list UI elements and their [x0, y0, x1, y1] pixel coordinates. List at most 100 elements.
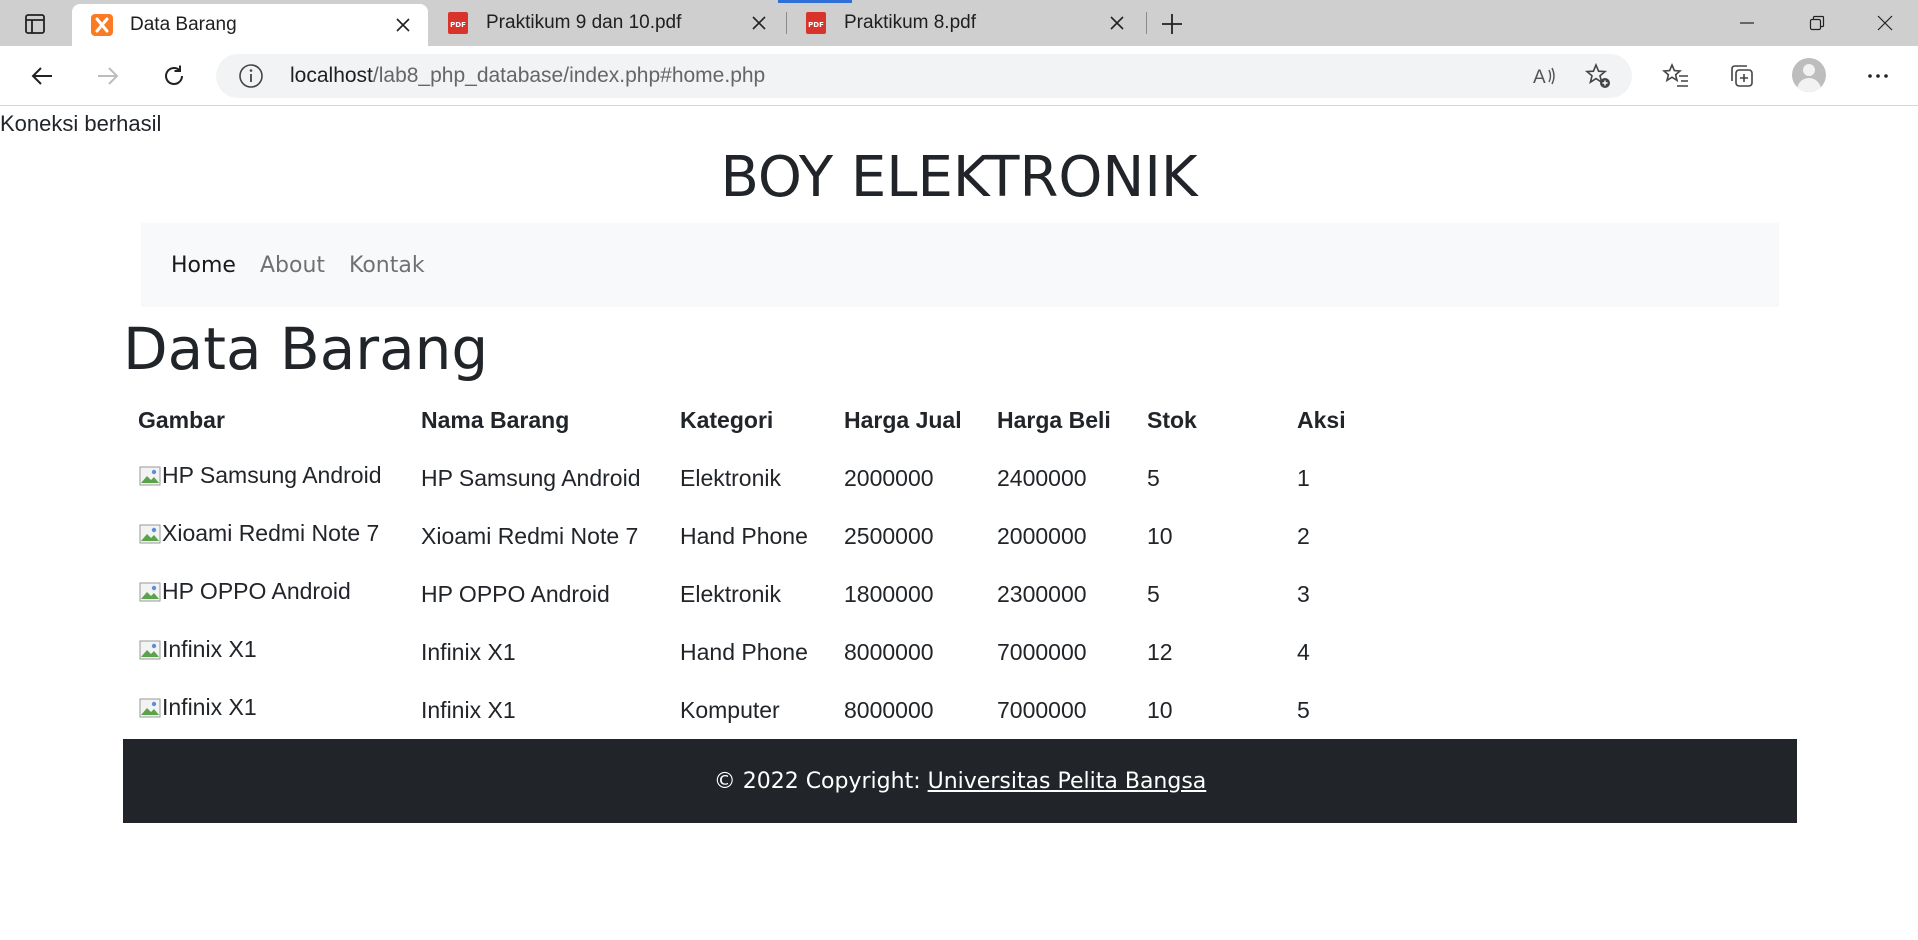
page-title: Data Barang [123, 315, 489, 383]
more-menu-button[interactable] [1858, 56, 1898, 96]
add-favorite-icon[interactable] [1582, 60, 1614, 92]
column-header: Aksi [1297, 406, 1346, 433]
stok-cell: 5 [1147, 464, 1160, 491]
nav-link-kontak[interactable]: Kontak [349, 253, 425, 278]
restore-icon [1809, 15, 1825, 31]
kategori-cell: Elektronik [680, 464, 781, 491]
close-tab-icon[interactable] [742, 6, 776, 40]
forward-arrow-icon [98, 67, 119, 85]
reload-button[interactable] [154, 56, 194, 96]
harga-beli-cell: 2000000 [997, 522, 1087, 549]
url-text[interactable]: localhost/lab8_php_database/index.php#ho… [290, 64, 765, 88]
image-cell: Infinix X1 [123, 623, 406, 681]
favorites-icon [1662, 62, 1688, 87]
aksi-cell: 4 [1297, 638, 1310, 665]
column-header: Harga Beli [997, 406, 1111, 433]
close-tab-icon[interactable] [386, 8, 420, 42]
xampp-icon [90, 13, 114, 37]
product-image: HP OPPO Android [138, 578, 351, 605]
main-nav: Home About Kontak [141, 223, 1779, 307]
tab-title: Praktikum 8.pdf [844, 12, 976, 33]
product-image: HP Samsung Android [138, 462, 382, 489]
url-host: localhost [290, 64, 373, 87]
browser-toolbar: localhost/lab8_php_database/index.php#ho… [0, 46, 1918, 106]
back-button[interactable] [22, 56, 62, 96]
back-arrow-icon [31, 67, 52, 85]
stok-cell: 10 [1147, 522, 1173, 549]
nama-cell: Infinix X1 [421, 638, 516, 665]
table-row: HP OPPO Android HP OPPO Android Elektron… [123, 565, 1402, 623]
pdf-icon: PDF [804, 11, 828, 35]
harga-beli-cell: 7000000 [997, 638, 1087, 665]
column-header: Nama Barang [421, 406, 570, 433]
tab-data-barang[interactable]: Data Barang [72, 4, 428, 46]
stok-cell: 12 [1147, 638, 1173, 665]
column-header: Gambar [138, 406, 225, 433]
broken-image-icon [139, 466, 161, 486]
profile-avatar[interactable] [1792, 58, 1826, 92]
kategori-cell: Hand Phone [680, 522, 808, 549]
product-image: Xioami Redmi Note 7 [138, 520, 379, 547]
page-viewport: Koneksi berhasil BOY ELEKTRONIK Home Abo… [0, 107, 1918, 940]
harga-beli-cell: 2300000 [997, 580, 1087, 607]
nav-link-about[interactable]: About [260, 253, 325, 278]
nama-cell: Infinix X1 [421, 696, 516, 723]
harga-beli-cell: 7000000 [997, 696, 1087, 723]
harga-jual-cell: 8000000 [844, 638, 934, 665]
data-table: Gambar Nama Barang Kategori Harga Jual H… [123, 391, 1402, 739]
favorites-button[interactable] [1656, 56, 1696, 96]
kategori-cell: Elektronik [680, 580, 781, 607]
copyright-text: © 2022 Copyright: [713, 768, 928, 794]
table-row: Infinix X1 Infinix X1 Komputer 8000000 7… [123, 681, 1402, 739]
minimize-button[interactable] [1714, 0, 1780, 46]
footer-link-university[interactable]: Universitas Pelita Bangsa [928, 769, 1207, 794]
broken-image-icon [139, 698, 161, 718]
reload-icon [165, 65, 183, 85]
url-path: /lab8_php_database/index.php#home.php [372, 64, 766, 87]
table-row: HP Samsung Android HP Samsung Android El… [123, 449, 1402, 507]
column-header: Stok [1147, 406, 1197, 433]
collections-button[interactable] [1722, 56, 1762, 96]
close-tab-icon[interactable] [1100, 6, 1134, 40]
tab-separator [1146, 12, 1147, 34]
image-cell: HP OPPO Android [123, 565, 406, 623]
new-tab-button[interactable] [1154, 6, 1190, 42]
restore-button[interactable] [1784, 0, 1850, 46]
harga-jual-cell: 2500000 [844, 522, 934, 549]
harga-jual-cell: 8000000 [844, 696, 934, 723]
table-row: Xioami Redmi Note 7 Xioami Redmi Note 7 … [123, 507, 1402, 565]
harga-beli-cell: 2400000 [997, 464, 1087, 491]
broken-image-icon [139, 582, 161, 602]
kategori-cell: Komputer [680, 696, 780, 723]
tab-title: Data Barang [130, 14, 237, 35]
collections-icon [1731, 65, 1753, 87]
address-bar[interactable]: localhost/lab8_php_database/index.php#ho… [216, 54, 1632, 98]
broken-image-icon [139, 524, 161, 544]
tab-praktikum-9-10[interactable]: PDF Praktikum 9 dan 10.pdf [428, 0, 784, 46]
stok-cell: 5 [1147, 580, 1160, 607]
tab-actions-button[interactable] [14, 9, 56, 39]
column-header: Kategori [680, 406, 774, 433]
svg-text:PDF: PDF [450, 21, 466, 29]
tab-actions-icon [25, 14, 45, 34]
read-aloud-icon[interactable]: A [1528, 60, 1560, 92]
pdf-icon: PDF [446, 11, 470, 35]
kategori-cell: Hand Phone [680, 638, 808, 665]
product-image: Infinix X1 [138, 694, 257, 721]
image-cell: Infinix X1 [123, 681, 406, 739]
minimize-icon [1740, 22, 1754, 24]
image-cell: Xioami Redmi Note 7 [123, 507, 406, 565]
site-info-icon[interactable] [236, 61, 266, 91]
harga-jual-cell: 2000000 [844, 464, 934, 491]
aksi-cell: 2 [1297, 522, 1310, 549]
table-header-row: Gambar Nama Barang Kategori Harga Jual H… [123, 391, 1402, 449]
brand-title: BOY ELEKTRONIK [720, 145, 1198, 210]
tab-praktikum-8[interactable]: PDF Praktikum 8.pdf [786, 0, 1142, 46]
more-icon [1868, 74, 1888, 78]
table-row: Infinix X1 Infinix X1 Hand Phone 8000000… [123, 623, 1402, 681]
nama-cell: HP Samsung Android [421, 464, 641, 491]
forward-button[interactable] [88, 56, 128, 96]
close-window-button[interactable] [1852, 0, 1918, 46]
harga-jual-cell: 1800000 [844, 580, 934, 607]
nav-link-home[interactable]: Home [171, 253, 236, 278]
